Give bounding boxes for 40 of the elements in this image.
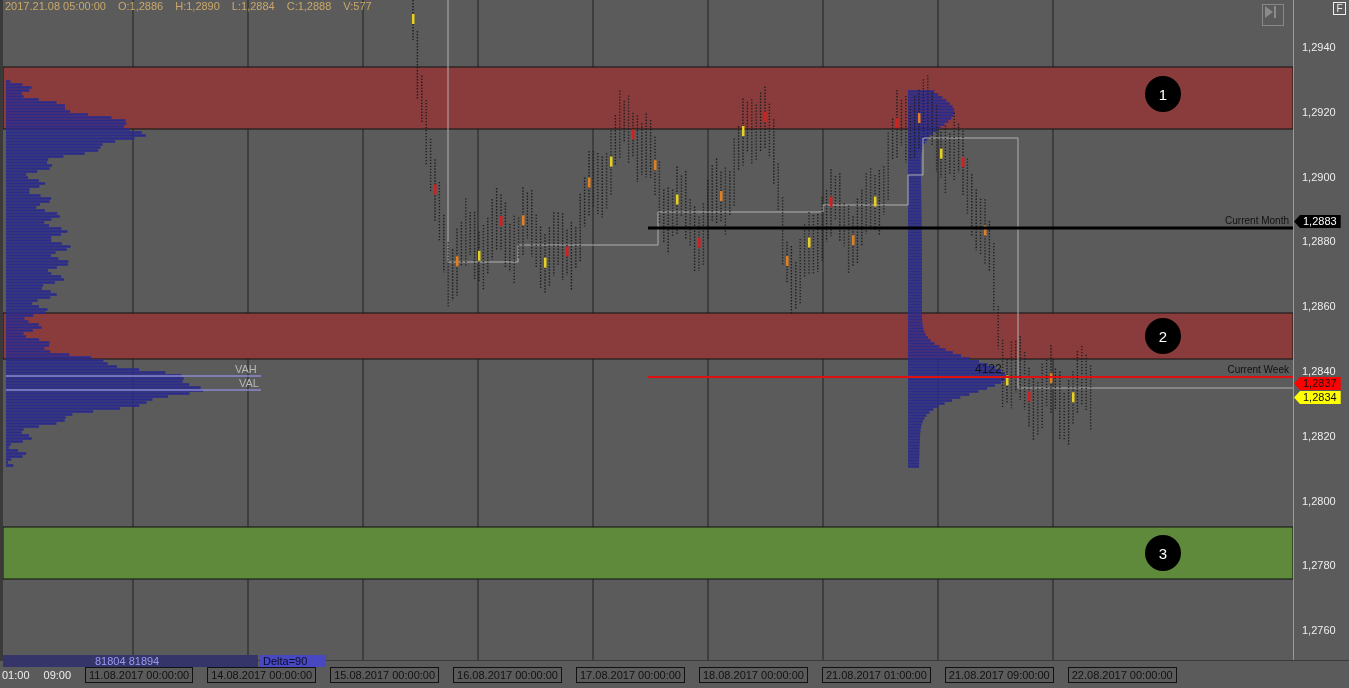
price-tick: 1,2840 — [1302, 364, 1336, 378]
price-tick: 1,2900 — [1302, 169, 1336, 184]
date-label: 16.08.2017 00:00:00 — [453, 666, 562, 683]
open-price: O:1,2886 — [117, 0, 164, 12]
poc-volume: 4122 — [975, 362, 1002, 376]
skip-end-icon — [1263, 5, 1277, 19]
vah-label: VAH — [235, 363, 257, 375]
volume-value: V:577 — [343, 0, 372, 12]
price-tick: 1,2820 — [1302, 428, 1336, 443]
date-label: 21.08.2017 01:00:00 — [821, 666, 931, 683]
date-label: 15.08.2017 00:00:00 — [330, 666, 440, 683]
price-marker: 1,2834 — [1294, 391, 1341, 404]
val-label: VAL — [239, 377, 259, 389]
price-tick: 1,2880 — [1302, 234, 1336, 249]
date-label: 14.08.2017 00:00:00 — [207, 666, 317, 683]
volume-bar: 81804 81894 — [3, 655, 258, 667]
high-price: H:1,2890 — [175, 0, 220, 12]
price-tick: 1,2800 — [1302, 493, 1336, 508]
low-price: L:1,2884 — [231, 0, 275, 12]
level-label: Current Week — [1227, 364, 1289, 375]
f-button[interactable]: F — [1333, 2, 1346, 15]
price-tick: 1,2780 — [1302, 558, 1336, 573]
date-label: 21.08.2017 09:00:00 — [944, 666, 1054, 683]
date-label: 22.08.2017 00:00:00 — [1067, 666, 1177, 683]
date-label: 11.08.2017 00:00:00 — [85, 666, 194, 683]
delta-bar: Delta=90 — [260, 655, 326, 667]
scroll-to-end-button[interactable] — [1262, 4, 1284, 26]
date-label: 18.08.2017 00:00:00 — [698, 666, 808, 683]
level-label: Current Month — [1225, 215, 1289, 226]
price-tick: 1,2940 — [1302, 40, 1336, 54]
bar-date: 2017.21.08 05:00:00 — [5, 0, 106, 12]
price-tick: 1,2860 — [1302, 299, 1336, 314]
price-tick: 1,2760 — [1302, 623, 1336, 638]
price-marker: 1,2883 — [1294, 215, 1341, 228]
price-marker: 1,2837 — [1294, 377, 1341, 390]
close-price: C:1,2888 — [286, 0, 332, 12]
time-tick: 01:00 — [2, 668, 30, 681]
date-label: 17.08.2017 00:00:00 — [576, 666, 685, 683]
time-tick: 09:00 — [43, 668, 72, 681]
price-tick: 1,2920 — [1302, 104, 1336, 119]
